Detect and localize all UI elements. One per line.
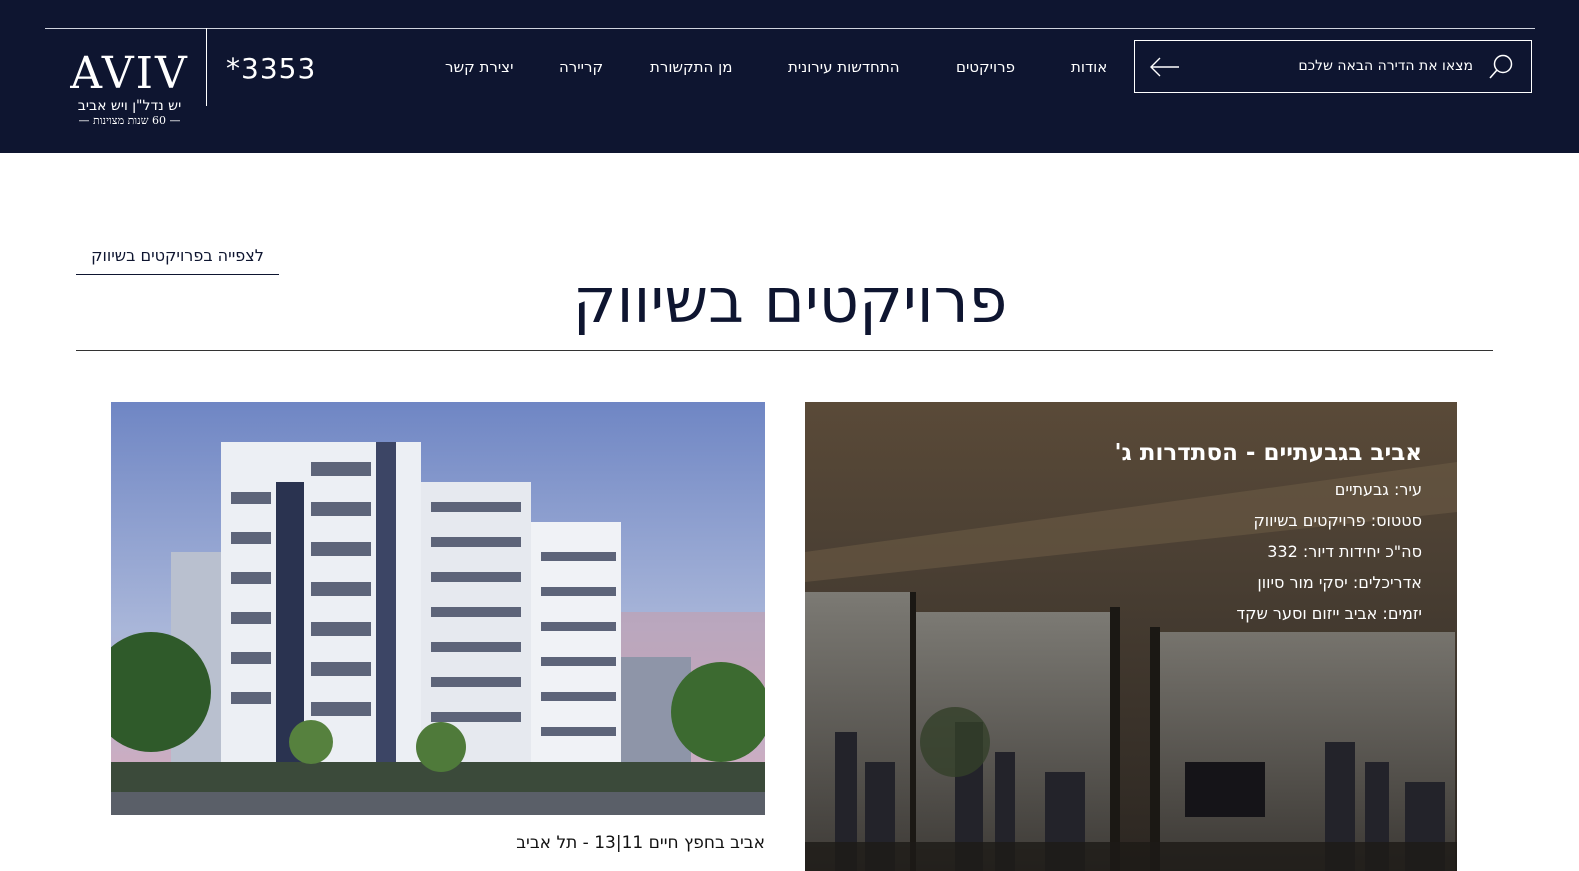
project-units: סה"כ יחידות דיור: 332 [1267,542,1422,561]
nav-projects[interactable]: פרויקטים [956,58,1015,76]
view-marketing-projects-link[interactable]: לצפייה בפרויקטים בשיווק [76,246,279,275]
site-header: AVIV יש נדל"ן ויש אביב — 60 שנות מצוינות… [0,0,1579,153]
project-status: סטטוס: פרויקטים בשיווק [1253,511,1422,530]
logo[interactable]: AVIV יש נדל"ן ויש אביב — 60 שנות מצוינות… [62,52,197,128]
project-title[interactable]: אביב בגבעתיים - הסתדרות ג' [1114,440,1422,466]
logo-subtitle: יש נדל"ן ויש אביב [77,98,182,114]
project-caption-hafetz-haim[interactable]: אביב בחפץ חיים 11|13 - תל אביב [430,833,765,853]
project-info: אביב בגבעתיים - הסתדרות ג' עיר: גבעתיים … [1114,440,1422,635]
search-placeholder: מצאו את הדירה הבאה שלכם [1298,58,1473,74]
search-input[interactable]: מצאו את הדירה הבאה שלכם [1134,40,1532,93]
project-card-givatayim[interactable]: אביב בגבעתיים - הסתדרות ג' עיר: גבעתיים … [805,402,1457,871]
nav-about[interactable]: אודות [1071,58,1107,76]
section-divider [76,350,1493,351]
project-image-hafetz-haim[interactable] [111,402,765,815]
search-icon[interactable] [1487,53,1515,85]
logo-divider [206,28,207,106]
nav-contact[interactable]: יצירת קשר [445,58,513,76]
project-city: עיר: גבעתיים [1334,480,1422,499]
page-title: פרויקטים בשיווק [572,263,1008,337]
nav-career[interactable]: קריירה [559,58,603,76]
project-architects: אדריכלים: יסקי מור סיוון [1257,573,1422,592]
logo-tagline: — 60 שנות מצוינות — [78,114,181,127]
phone-number[interactable]: *3353 [226,52,316,85]
project-developers: יזמים: אביב ייזום וסער שקד [1236,604,1422,623]
logo-word: AVIV [70,48,189,99]
arrow-left-icon[interactable] [1149,55,1181,83]
nav-urban-renewal[interactable]: התחדשות עירונית [788,58,900,76]
nav-media[interactable]: מן התקשורת [650,58,732,76]
header-top-line [45,28,1535,29]
